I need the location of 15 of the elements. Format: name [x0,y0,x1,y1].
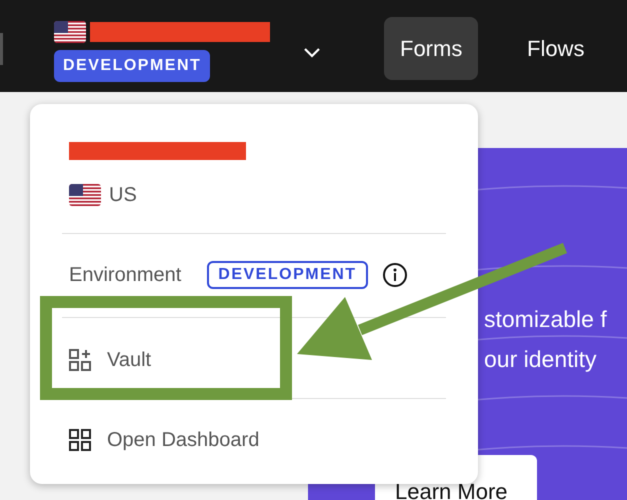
menu-item[interactable]: Open Dashboard [69,425,260,455]
nav-tab[interactable]: Flows [511,17,600,80]
hero-text: our identity [484,345,597,374]
info-icon[interactable] [382,262,408,288]
grid-plus-icon [69,349,91,371]
environment-badge: DEVELOPMENT [54,50,210,82]
flag-icon [69,184,101,206]
flag-icon [54,20,86,43]
nav-tab[interactable]: Forms [384,17,478,80]
region-label: US [109,183,137,208]
menu-item[interactable]: Vault [69,345,152,375]
environment-badge: DEVELOPMENT [207,261,368,289]
hero-text: stomizable f [484,305,607,334]
environment-label: Environment [69,263,182,288]
grid-icon [69,429,91,451]
